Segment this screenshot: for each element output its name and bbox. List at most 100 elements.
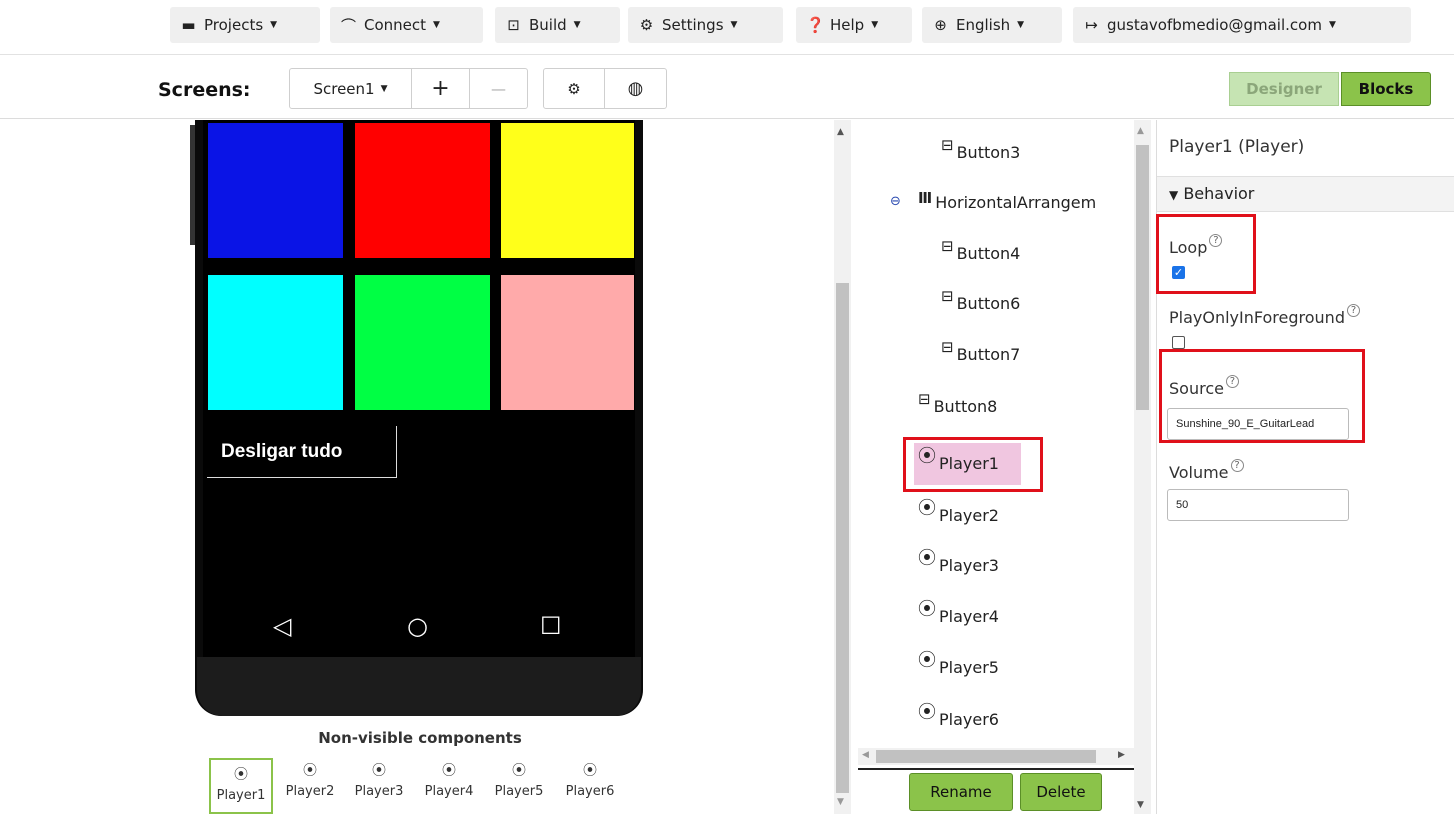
play-only-in-foreground-checkbox[interactable]: [1172, 336, 1185, 349]
language-label: English: [956, 16, 1011, 34]
tree-scrollbar-thumb[interactable]: [1136, 145, 1149, 410]
account-menu[interactable]: ↦ gustavofbmedio@gmail.com ▼: [1073, 7, 1411, 43]
help-menu[interactable]: ❓ Help ▼: [796, 7, 912, 43]
button-component-icon: ⊟: [918, 390, 931, 408]
play-circle-icon: ⦿: [918, 702, 936, 723]
question-circle-icon: ❓: [806, 16, 825, 34]
folder-icon: ▬: [181, 16, 196, 34]
phone-chin: [197, 657, 641, 716]
properties-title: Player1 (Player): [1169, 137, 1305, 157]
behavior-section-label: ▼ Behavior: [1169, 184, 1254, 203]
non-visible-player3[interactable]: ⦿ Player3: [345, 760, 413, 799]
annotation-highlight-loop: [1156, 214, 1256, 294]
rename-button[interactable]: Rename: [909, 773, 1013, 811]
blocks-button[interactable]: Blocks: [1341, 72, 1431, 106]
caret-down-icon: ▼: [871, 20, 879, 30]
non-visible-player5[interactable]: ⦿ Player5: [485, 760, 553, 799]
non-visible-title: Non-visible components: [318, 729, 522, 747]
play-circle-icon: ⦿: [234, 767, 248, 783]
scroll-left-icon[interactable]: ◀: [862, 750, 869, 760]
screen-select[interactable]: Screen1 ▼: [289, 68, 412, 109]
desligar-tudo-button[interactable]: Desligar tudo: [207, 426, 397, 478]
non-visible-label: Player3: [354, 784, 404, 799]
button-component-icon: ⊟: [941, 237, 954, 255]
gears-icon: ⚙: [567, 79, 581, 98]
build-label: Build: [529, 16, 567, 34]
help-icon[interactable]: ?: [1346, 304, 1360, 317]
settings-label: Settings: [662, 16, 724, 34]
connect-label: Connect: [364, 16, 427, 34]
help-label: Help: [830, 16, 865, 34]
screens-label: Screens:: [158, 79, 251, 101]
collapse-toggle-icon[interactable]: ⊖: [890, 194, 901, 209]
tree-item-player4[interactable]: ⦿ Player4: [918, 599, 999, 626]
globe-button[interactable]: ◍: [604, 68, 667, 109]
tree-item-label: Button4: [956, 244, 1021, 263]
play-circle-icon: ⦿: [372, 763, 386, 779]
tree-item-label: Button7: [956, 345, 1021, 364]
behavior-label-text: Behavior: [1183, 184, 1255, 203]
connect-icon: ⌒: [340, 16, 356, 35]
settings-menu[interactable]: ⚙ Settings ▼: [628, 7, 783, 43]
caret-down-icon: ▼: [1328, 20, 1336, 30]
tree-horizontal-scrollbar-thumb[interactable]: [876, 750, 1096, 763]
tree-item-button8[interactable]: ⊟ Button8: [918, 390, 998, 416]
connect-menu[interactable]: ⌒ Connect ▼: [330, 7, 483, 43]
scroll-right-icon[interactable]: ▶: [1118, 750, 1125, 760]
annotation-highlight-player1: [903, 437, 1043, 492]
tree-item-button3[interactable]: ⊟ Button3: [941, 136, 1021, 162]
tree-item-horizontal-arrangement[interactable]: Ⅲ HorizontalArrangem: [918, 189, 1096, 212]
color-button-3[interactable]: [501, 123, 634, 258]
color-button-4[interactable]: [208, 275, 343, 410]
color-button-5[interactable]: [355, 275, 490, 410]
caret-down-icon: ▼: [1017, 20, 1025, 30]
project-properties-button[interactable]: ⚙: [543, 68, 605, 109]
volume-input[interactable]: 50: [1167, 489, 1349, 521]
non-visible-player6[interactable]: ⦿ Player6: [556, 760, 624, 799]
scroll-down-icon[interactable]: ▼: [1137, 800, 1144, 810]
recents-nav-icon: ☐: [540, 612, 562, 640]
build-icon: ⊡: [507, 16, 520, 34]
viewer-scrollbar-thumb[interactable]: [836, 283, 849, 793]
non-visible-player1[interactable]: ⦿ Player1: [209, 758, 273, 814]
delete-button[interactable]: Delete: [1020, 773, 1102, 811]
language-menu[interactable]: ⊕ English ▼: [922, 7, 1062, 43]
tree-item-button7[interactable]: ⊟ Button7: [941, 338, 1021, 364]
toolbar-divider: [0, 118, 1454, 119]
tree-item-player6[interactable]: ⦿ Player6: [918, 702, 999, 729]
foreground-label-text: PlayOnlyInForeground: [1169, 308, 1345, 327]
caret-down-icon: ▼: [1169, 188, 1179, 202]
remove-screen-button[interactable]: —: [469, 68, 528, 109]
tree-item-label: Player2: [939, 506, 999, 525]
horizontal-arrangement-icon: Ⅲ: [918, 189, 933, 207]
play-circle-icon: ⦿: [918, 548, 936, 569]
add-screen-button[interactable]: +: [411, 68, 470, 109]
color-button-1[interactable]: [208, 123, 343, 258]
color-button-6[interactable]: [501, 275, 634, 410]
tree-item-label: Button8: [933, 397, 998, 416]
tree-item-button6[interactable]: ⊟ Button6: [941, 287, 1020, 313]
account-label: gustavofbmedio@gmail.com: [1107, 16, 1322, 34]
color-button-2[interactable]: [355, 123, 490, 258]
scroll-up-icon[interactable]: ▲: [1137, 126, 1144, 136]
home-nav-icon: ○: [407, 612, 428, 640]
tree-item-player2[interactable]: ⦿ Player2: [918, 498, 999, 525]
tree-item-button4[interactable]: ⊟ Button4: [941, 237, 1021, 263]
non-visible-player4[interactable]: ⦿ Player4: [415, 760, 483, 799]
phone-side-button: [190, 125, 195, 245]
build-menu[interactable]: ⊡ Build ▼: [495, 7, 620, 43]
help-icon[interactable]: ?: [1230, 459, 1244, 472]
tree-item-label: Player6: [939, 710, 999, 729]
tree-item-label: Button3: [956, 143, 1021, 162]
play-circle-icon: ⦿: [918, 498, 936, 519]
tree-item-player3[interactable]: ⦿ Player3: [918, 548, 999, 575]
tree-bottom-divider: [858, 768, 1134, 770]
screen-select-label: Screen1: [313, 79, 375, 98]
scroll-down-icon[interactable]: ▼: [837, 797, 844, 807]
designer-button[interactable]: Designer: [1229, 72, 1339, 106]
play-circle-icon: ⦿: [918, 650, 936, 671]
non-visible-player2[interactable]: ⦿ Player2: [276, 760, 344, 799]
projects-menu[interactable]: ▬ Projects ▼: [170, 7, 320, 43]
tree-item-player5[interactable]: ⦿ Player5: [918, 650, 999, 677]
scroll-up-icon[interactable]: ▲: [837, 127, 844, 137]
